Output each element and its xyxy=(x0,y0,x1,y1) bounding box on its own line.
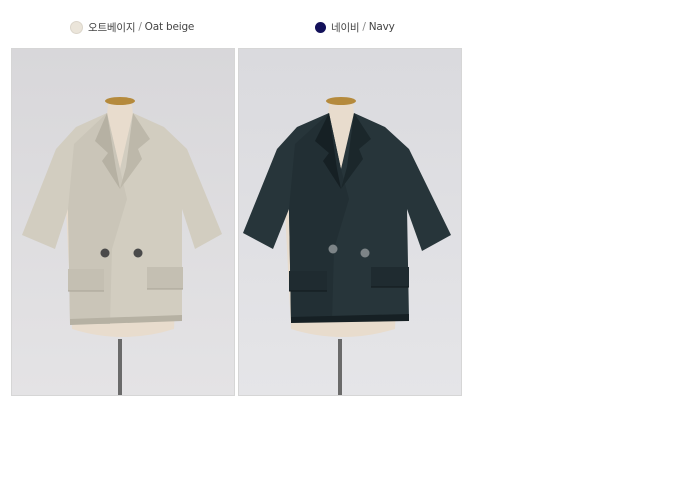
product-photo-navy xyxy=(238,48,462,396)
separator: / xyxy=(138,21,142,33)
color-name-english: Oat beige xyxy=(144,21,195,33)
swatch-dot-icon xyxy=(315,21,326,33)
product-photo-oat-beige xyxy=(11,48,235,396)
color-name-english: Navy xyxy=(368,21,395,33)
color-name-korean: 오트베이지 xyxy=(88,21,136,34)
jacket-on-mannequin-image xyxy=(239,49,461,395)
color-option-oat-beige: 오트베이지 / Oat beige xyxy=(70,19,194,35)
separator: / xyxy=(362,21,366,33)
color-option-navy: 네이비 / Navy xyxy=(315,19,395,35)
color-name-korean: 네이비 xyxy=(331,21,360,34)
swatch-dot-icon xyxy=(70,20,83,34)
jacket-on-mannequin-image xyxy=(12,49,234,395)
